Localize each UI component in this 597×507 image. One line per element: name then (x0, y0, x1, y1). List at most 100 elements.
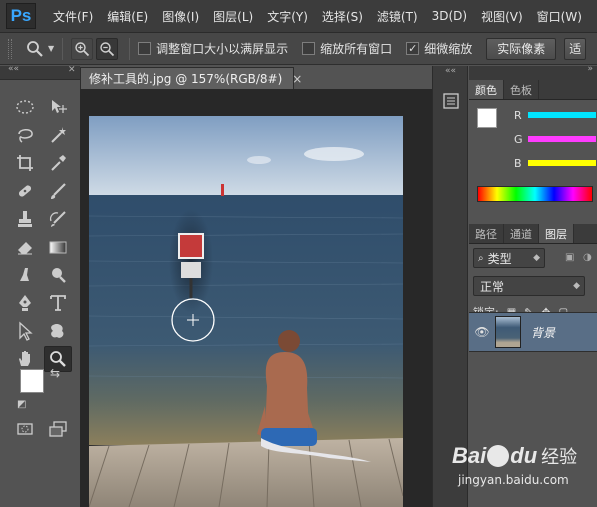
close-tab-icon[interactable]: × (292, 72, 302, 86)
menu-view[interactable]: 视图(V) (474, 8, 530, 25)
clone-stamp-icon[interactable] (11, 206, 39, 232)
tool-preset-picker[interactable]: ▼ (26, 40, 54, 58)
tab-color[interactable]: 颜色 (469, 80, 504, 99)
move-tool-icon[interactable] (44, 94, 72, 120)
collapse-arrows-icon[interactable]: «« (8, 64, 19, 74)
blend-mode-dropdown[interactable]: 正常 ◆ (473, 276, 585, 296)
zoom-out-button[interactable] (96, 37, 119, 60)
search-icon: ⌕ (478, 252, 484, 264)
watermark-brand-b: du (510, 443, 538, 468)
layer-row[interactable]: 👁 背景 (469, 312, 597, 352)
menu-3d[interactable]: 3D(D) (425, 9, 474, 23)
color-spectrum-ramp[interactable] (477, 186, 593, 202)
custom-shape-icon[interactable] (44, 318, 72, 344)
image-filter-icon[interactable]: ▣ (565, 252, 574, 263)
layers-panel: ⌕ 类型 ◆ ▣ ◑ 正常 ◆ 锁定: ▦ ✎ ✥ ▢ (469, 244, 597, 320)
green-label: G (514, 132, 523, 146)
path-selection-icon[interactable] (11, 318, 39, 344)
scrubby-zoom-checkbox[interactable]: ✓ (406, 42, 420, 55)
blue-bar[interactable] (528, 160, 596, 166)
menu-layer[interactable]: 图层(L) (206, 8, 260, 25)
tab-swatches[interactable]: 色板 (504, 80, 539, 99)
screen-mode-icon[interactable] (44, 416, 72, 442)
fit-window-label: 调整窗口大小以满屏显示 (156, 42, 289, 56)
baidu-watermark: Bai du 经验 jingyan.baidu.com (452, 443, 594, 505)
document-canvas-image[interactable] (89, 116, 403, 507)
layers-panel-tabs: 路径 通道 图层 (469, 224, 597, 244)
zoom-all-checkbox[interactable] (302, 42, 316, 55)
marquee-tool-icon[interactable] (11, 94, 39, 120)
lasso-tool-icon[interactable] (11, 122, 39, 148)
menu-filter[interactable]: 滤镜(T) (370, 8, 425, 25)
options-grip[interactable] (8, 38, 12, 59)
toolbox: ⇆ ◩ (8, 90, 78, 450)
crop-tool-icon[interactable] (11, 150, 39, 176)
eyedropper-icon[interactable] (44, 150, 72, 176)
watermark-url: jingyan.baidu.com (458, 473, 569, 487)
gradient-tool-icon[interactable] (44, 234, 72, 260)
menu-edit[interactable]: 编辑(E) (100, 8, 155, 25)
document-title: 修补工具的.jpg @ 157%(RGB/8#) (89, 72, 283, 86)
quick-mask-icon[interactable] (11, 416, 39, 442)
tab-channels[interactable]: 通道 (504, 224, 539, 243)
tab-paths[interactable]: 路径 (469, 224, 504, 243)
layer-name[interactable]: 背景 (531, 324, 555, 341)
red-slider[interactable]: R (514, 108, 597, 122)
collapse-arrows-icon[interactable]: «« (445, 66, 456, 76)
green-slider[interactable]: G (514, 132, 597, 146)
smudge-tool-icon[interactable] (11, 262, 39, 288)
red-bar[interactable] (528, 112, 596, 118)
watermark-brand-c: 经验 (541, 447, 578, 468)
fit-window-checkbox[interactable] (138, 42, 152, 55)
fit-window-option[interactable]: 调整窗口大小以满屏显示 (138, 40, 288, 57)
panel-foreground-swatch[interactable] (477, 108, 497, 128)
tab-layers[interactable]: 图层 (539, 224, 574, 243)
zoom-in-button[interactable] (71, 37, 94, 60)
color-panel-tabs: 颜色 色板 (469, 80, 597, 100)
beach-photo (89, 116, 403, 507)
close-x-icon[interactable]: ✕ (68, 65, 76, 75)
dodge-tool-icon[interactable] (44, 262, 72, 288)
zoom-all-option[interactable]: 缩放所有窗口 (302, 40, 392, 57)
menu-file[interactable]: 文件(F) (46, 8, 100, 25)
healing-brush-icon[interactable] (11, 178, 39, 204)
dropdown-arrow-icon: ◆ (533, 253, 540, 263)
eraser-tool-icon[interactable] (11, 234, 39, 260)
menu-type[interactable]: 文字(Y) (260, 8, 315, 25)
blue-slider[interactable]: B (514, 156, 597, 170)
panel-header[interactable]: » (469, 64, 597, 80)
menu-bar: Ps 文件(F) 编辑(E) 图像(I) 图层(L) 文字(Y) 选择(S) 滤… (0, 0, 597, 33)
green-bar[interactable] (528, 136, 596, 142)
default-colors-icon[interactable]: ◩ (17, 399, 26, 410)
menu-window[interactable]: 窗口(W) (530, 8, 589, 25)
fit-screen-button[interactable]: 适 (564, 37, 587, 60)
foreground-color-swatch[interactable] (20, 369, 44, 393)
paw-icon (487, 445, 510, 467)
pen-tool-icon[interactable] (11, 290, 39, 316)
options-bar: ▼ 调整窗口大小以满屏显示 缩放所有窗口 ✓ 细微缩放 实际像素 适 (0, 33, 597, 65)
scrubby-zoom-option[interactable]: ✓ 细微缩放 (406, 40, 472, 57)
eye-visibility-icon[interactable]: 👁 (469, 325, 495, 339)
zoom-tool-icon (26, 40, 44, 58)
color-panel: R G B (469, 100, 597, 214)
right-panels: » 颜色 色板 R G B 路径 通道 图层 ⌕ 类型 ◆ ▣ ◑ 正常 ◆ 👁… (469, 64, 597, 507)
swap-colors-icon[interactable]: ⇆ (50, 366, 60, 380)
history-brush-icon[interactable] (44, 206, 72, 232)
layer-filter-dropdown[interactable]: ⌕ 类型 ◆ (473, 248, 545, 268)
history-panel-icon[interactable] (442, 92, 460, 110)
menu-select[interactable]: 选择(S) (315, 8, 370, 25)
separator (62, 37, 64, 60)
magic-wand-icon[interactable] (44, 122, 72, 148)
blue-label: B (514, 156, 522, 170)
blend-mode-value: 正常 (480, 279, 505, 294)
toolbox-header[interactable]: «« ✕ (0, 64, 80, 80)
collapsed-panel-dock: «« (432, 66, 468, 507)
actual-pixels-button[interactable]: 实际像素 (486, 37, 557, 60)
expand-arrows-icon[interactable]: » (587, 64, 593, 74)
menu-image[interactable]: 图像(I) (155, 8, 206, 25)
scrubby-zoom-label: 细微缩放 (424, 42, 473, 56)
adjustment-filter-icon[interactable]: ◑ (583, 252, 592, 263)
brush-tool-icon[interactable] (44, 178, 72, 204)
type-tool-icon[interactable] (44, 290, 72, 316)
document-tab[interactable]: 修补工具的.jpg @ 157%(RGB/8#) × (80, 67, 302, 89)
